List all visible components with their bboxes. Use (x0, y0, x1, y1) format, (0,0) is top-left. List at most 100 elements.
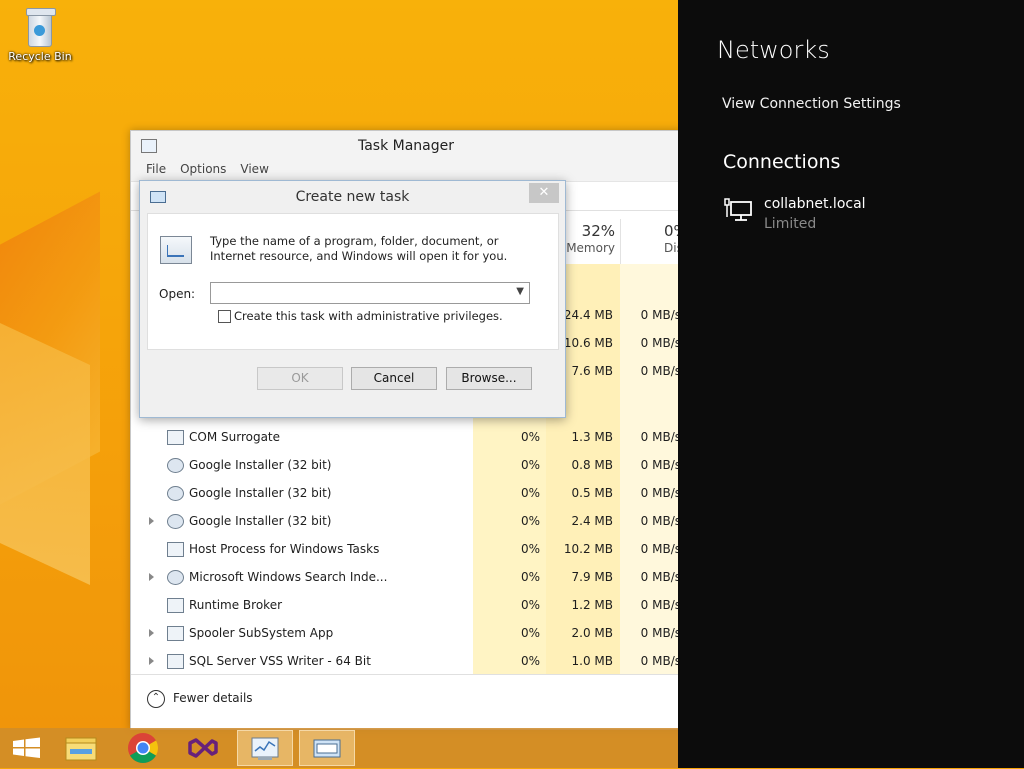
networks-panel: Networks View Connection Settings Connec… (678, 0, 1024, 768)
expand-arrow-icon[interactable] (149, 517, 154, 525)
table-row[interactable]: Google Installer (32 bit) 0% 0.8 MB 0 MB… (131, 452, 681, 480)
close-button[interactable]: ✕ (529, 183, 559, 203)
connections-heading: Connections (723, 151, 841, 173)
chevron-down-icon[interactable]: ▼ (516, 286, 524, 297)
expand-arrow-icon[interactable] (149, 657, 154, 665)
installer-icon (167, 458, 184, 473)
memory-cell: 7.9 MB (571, 570, 613, 584)
search-indexer-icon (167, 570, 184, 585)
create-new-task-dialog: Create new task ✕ Type the name of a pro… (139, 180, 566, 418)
table-row[interactable]: Microsoft Windows Search Inde... 0% 7.9 … (131, 564, 681, 592)
cpu-cell: 0% (520, 486, 540, 500)
task-manager-large-icon (160, 236, 192, 264)
fewer-details-link[interactable]: Fewer details (173, 691, 253, 705)
dialog-titlebar[interactable]: Create new task ✕ (140, 181, 565, 212)
disk-cell: 0 MB/s (640, 542, 681, 556)
open-label: Open: (159, 287, 196, 301)
printer-icon (167, 626, 184, 641)
connection-name[interactable]: collabnet.local (764, 196, 866, 212)
wired-network-icon (724, 198, 752, 221)
disk-cell: 0 MB/s (640, 654, 681, 668)
cpu-cell: 0% (520, 626, 540, 640)
recycle-bin[interactable]: Recycle Bin (6, 6, 74, 63)
memory-cell: 2.0 MB (571, 626, 613, 640)
file-explorer-button[interactable] (56, 730, 112, 766)
expand-arrow-icon[interactable] (149, 629, 154, 637)
window-app-icon (167, 598, 184, 613)
start-button[interactable] (0, 730, 56, 766)
table-row[interactable]: Google Installer (32 bit) 0% 2.4 MB 0 MB… (131, 508, 681, 536)
process-name: Google Installer (32 bit) (189, 486, 332, 500)
task-manager-titlebar[interactable]: Task Manager (131, 131, 681, 161)
table-row[interactable]: COM Surrogate 0% 1.3 MB 0 MB/s (131, 424, 681, 452)
cpu-cell: 0% (520, 458, 540, 472)
cpu-cell: 0% (520, 514, 540, 528)
visual-studio-button[interactable] (176, 730, 232, 766)
process-name: Google Installer (32 bit) (189, 458, 332, 472)
table-row[interactable]: Google Installer (32 bit) 0% 0.5 MB 0 MB… (131, 480, 681, 508)
disk-percent: 0% (664, 222, 682, 240)
process-name: Runtime Broker (189, 598, 283, 612)
memory-cell: 0.8 MB (571, 458, 613, 472)
task-manager-taskbar-button[interactable] (237, 730, 293, 766)
menu-file[interactable]: File (139, 161, 173, 181)
expand-arrow-icon[interactable] (149, 573, 154, 581)
menu-bar: File Options View (131, 161, 681, 182)
cpu-cell: 0% (520, 542, 540, 556)
table-row[interactable]: Runtime Broker 0% 1.2 MB 0 MB/s (131, 592, 681, 620)
installer-icon (167, 514, 184, 529)
admin-privileges-checkbox[interactable] (218, 310, 231, 323)
process-name: Google Installer (32 bit) (189, 514, 332, 528)
disk-column-header[interactable]: 0% Disk (620, 219, 682, 264)
panel-title: Networks (717, 36, 830, 64)
dialog-title: Create new task (295, 189, 410, 205)
open-combobox[interactable]: ▼ (210, 282, 530, 304)
cpu-cell: 0% (520, 430, 540, 444)
chrome-button[interactable] (115, 730, 171, 766)
view-connection-settings-link[interactable]: View Connection Settings (722, 96, 901, 112)
memory-cell: 1.3 MB (571, 430, 613, 444)
disk-cell: 0 MB/s (640, 486, 681, 500)
process-name: COM Surrogate (189, 430, 281, 444)
taskbar (0, 728, 678, 768)
disk-cell: 0 MB/s (640, 336, 681, 350)
menu-options[interactable]: Options (173, 161, 233, 181)
memory-cell: 2.4 MB (571, 514, 613, 528)
run-dialog-taskbar-button[interactable] (299, 730, 355, 766)
disk-cell: 0 MB/s (640, 514, 681, 528)
window-app-icon (167, 430, 184, 445)
cpu-cell: 0% (520, 570, 540, 584)
collapse-icon[interactable]: ⌃ (147, 690, 165, 708)
process-name: Spooler SubSystem App (189, 626, 334, 640)
table-row[interactable]: Host Process for Windows Tasks 0% 10.2 M… (131, 536, 681, 564)
cpu-cell: 0% (520, 598, 540, 612)
menu-view[interactable]: View (233, 161, 275, 181)
disk-label: Disk (664, 241, 682, 255)
memory-cell: 10.2 MB (563, 542, 613, 556)
table-row[interactable]: Spooler SubSystem App 0% 2.0 MB 0 MB/s (131, 620, 681, 648)
process-name: Host Process for Windows Tasks (189, 542, 380, 556)
ok-button[interactable]: OK (257, 367, 343, 390)
process-name: SQL Server VSS Writer - 64 Bit (189, 654, 371, 668)
process-name: Microsoft Windows Search Inde... (189, 570, 388, 584)
visual-studio-icon (188, 738, 218, 758)
memory-cell: 1.2 MB (571, 598, 613, 612)
run-dialog-icon (313, 739, 341, 758)
disk-cell: 0 MB/s (640, 570, 681, 584)
installer-icon (167, 486, 184, 501)
file-explorer-icon (65, 737, 97, 761)
disk-cell: 0 MB/s (640, 598, 681, 612)
disk-cell: 0 MB/s (640, 364, 681, 378)
dialog-message: Type the name of a program, folder, docu… (210, 234, 508, 263)
window-title: Task Manager (357, 138, 455, 154)
table-row[interactable]: SQL Server VSS Writer - 64 Bit 0% 1.0 MB… (131, 648, 681, 676)
browse-button[interactable]: Browse... (446, 367, 532, 390)
dialog-body: Type the name of a program, folder, docu… (147, 213, 559, 350)
admin-privileges-label[interactable]: Create this task with administrative pri… (234, 309, 503, 323)
disk-cell: 0 MB/s (640, 430, 681, 444)
disk-cell: 0 MB/s (640, 626, 681, 640)
memory-cell: 0.5 MB (571, 486, 613, 500)
disk-cell: 0 MB/s (640, 308, 681, 322)
cancel-button[interactable]: Cancel (351, 367, 437, 390)
footer-bar: ⌃ Fewer details (131, 674, 681, 729)
